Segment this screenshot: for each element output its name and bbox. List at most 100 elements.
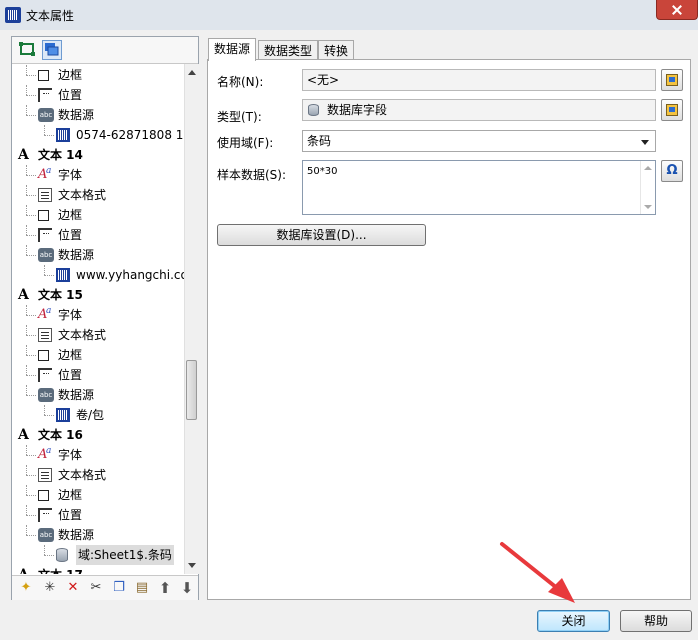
tab-datasource[interactable]: 数据源 xyxy=(208,38,257,61)
tree-connector xyxy=(26,165,27,175)
usage-select[interactable]: 条码 xyxy=(302,130,656,152)
font-icon: A xyxy=(38,444,52,462)
new-item-icon[interactable]: ✦ xyxy=(18,580,34,596)
tree-connector xyxy=(44,265,45,275)
type-browse-button[interactable] xyxy=(661,99,683,121)
tree-row[interactable]: 0574-62871808 1 xyxy=(12,125,184,145)
tree-row-label: 边框 xyxy=(58,488,83,502)
tab-transform[interactable]: 转换 xyxy=(318,40,355,60)
tree-connector xyxy=(26,485,27,495)
tree-row-label: 字体 xyxy=(58,448,83,462)
object-tree-panel: 边框位置abc数据源0574-62871808 1A文本 14A字体文本格式边框… xyxy=(11,36,199,600)
tab-datatype[interactable]: 数据类型 xyxy=(258,40,319,60)
magic-wand-icon[interactable]: ✳ xyxy=(42,580,58,596)
fit-view-icon xyxy=(19,42,35,56)
tree-row[interactable]: 位置 xyxy=(12,225,184,245)
tree-group-row[interactable]: A 文本 14 xyxy=(12,145,184,165)
tree-connector xyxy=(26,505,27,515)
tree-row[interactable]: abc 数据源 xyxy=(12,385,184,405)
help-button[interactable]: 帮助 xyxy=(620,610,692,632)
tree-group-row[interactable]: A 文本 16 xyxy=(12,425,184,445)
tree-connector xyxy=(26,465,27,475)
tree-row-label: 文本格式 xyxy=(58,188,107,202)
chevron-down-icon xyxy=(641,140,649,145)
tree-connector xyxy=(26,115,36,116)
tree-row[interactable]: 文本格式 xyxy=(12,325,184,345)
cut-icon[interactable]: ✂ xyxy=(88,580,104,596)
tree-row[interactable]: www.yyhangchi.co xyxy=(12,265,184,285)
tree-row[interactable]: 卷/包 xyxy=(12,405,184,425)
text-format-icon xyxy=(38,188,52,202)
tree-connector xyxy=(44,135,54,136)
tree-row[interactable]: abc 数据源 xyxy=(12,245,184,265)
tree-row-label: 字体 xyxy=(58,168,83,182)
tree-scrollbar[interactable] xyxy=(184,64,199,574)
tree-connector xyxy=(26,525,27,535)
border-icon xyxy=(38,70,49,81)
scroll-thumb[interactable] xyxy=(186,360,197,420)
text-format-icon xyxy=(38,328,52,342)
tree-row[interactable]: 位置 xyxy=(12,85,184,105)
position-icon xyxy=(38,228,52,242)
tree-row[interactable]: 位置 xyxy=(12,365,184,385)
hierarchy-view-button[interactable] xyxy=(42,40,62,60)
tree-row[interactable]: 文本格式 xyxy=(12,185,184,205)
tree-row-label: 数据源 xyxy=(58,528,95,542)
object-tree[interactable]: 边框位置abc数据源0574-62871808 1A文本 14A字体文本格式边框… xyxy=(12,64,184,574)
special-char-button[interactable]: Ω xyxy=(661,160,683,182)
tree-row[interactable]: A 字体 xyxy=(12,304,184,325)
scroll-down-icon[interactable] xyxy=(188,563,196,568)
tree-row[interactable]: 文本格式 xyxy=(12,465,184,485)
tree-connector xyxy=(26,495,36,496)
tree-row-label: 文本 14 xyxy=(38,148,83,162)
omega-icon: Ω xyxy=(666,163,678,178)
scroll-up-icon[interactable] xyxy=(188,70,196,75)
tree-row[interactable]: 边框 xyxy=(12,485,184,505)
tree-connector xyxy=(26,95,36,96)
tree-row-label: 边框 xyxy=(58,208,83,222)
tree-group-row[interactable]: A 文本 15 xyxy=(12,285,184,305)
tree-connector xyxy=(26,185,27,195)
flat-view-button[interactable] xyxy=(18,40,38,60)
tree-row[interactable]: A 字体 xyxy=(12,164,184,185)
database-settings-button[interactable]: 数据库设置(D)... xyxy=(217,224,426,246)
tree-row[interactable]: abc 数据源 xyxy=(12,525,184,545)
tree-row-label: 域:Sheet1$.条码 xyxy=(76,545,174,565)
tree-group-row[interactable]: A 文本 17 xyxy=(12,565,184,574)
tree-connector xyxy=(26,175,36,176)
tree-row[interactable]: 边框 xyxy=(12,65,184,85)
move-down-icon[interactable]: ⬇ xyxy=(179,580,195,596)
tree-connector xyxy=(26,455,36,456)
tree-row[interactable]: A 字体 xyxy=(12,444,184,465)
tree-row-label: 0574-62871808 1 xyxy=(76,128,184,142)
move-up-icon[interactable]: ⬆ xyxy=(157,580,173,596)
datasource-icon: abc xyxy=(38,108,54,122)
name-field[interactable]: <无> xyxy=(302,69,656,91)
textarea-scrollbar[interactable] xyxy=(640,161,655,214)
tree-row-label: 边框 xyxy=(58,348,83,362)
copy-icon[interactable]: ❐ xyxy=(111,580,127,596)
paste-icon[interactable]: ▤ xyxy=(134,580,150,596)
tree-row[interactable]: abc 数据源 xyxy=(12,105,184,125)
database-field-icon xyxy=(56,548,68,562)
type-field[interactable]: 数据库字段 xyxy=(302,99,656,121)
tree-connector xyxy=(26,195,36,196)
tree-row[interactable]: 边框 xyxy=(12,205,184,225)
close-button[interactable]: 关闭 xyxy=(537,610,610,632)
datasource-icon: abc xyxy=(38,528,54,542)
tree-connector xyxy=(44,125,45,135)
tree-row-label: 数据源 xyxy=(58,248,95,262)
tree-row[interactable]: 边框 xyxy=(12,345,184,365)
window-title: 文本属性 xyxy=(26,9,75,23)
window-close-button[interactable] xyxy=(656,0,698,20)
name-browse-button[interactable] xyxy=(661,69,683,91)
tree-connector xyxy=(44,415,54,416)
tree-connector xyxy=(26,385,27,395)
tree-row-label: 位置 xyxy=(58,228,83,242)
sample-data-textarea[interactable]: 50*30 xyxy=(302,160,656,215)
tree-connector xyxy=(26,205,27,215)
tree-row[interactable]: 域:Sheet1$.条码 xyxy=(12,545,184,565)
tree-row[interactable]: 位置 xyxy=(12,505,184,525)
delete-icon[interactable]: ✕ xyxy=(65,580,81,596)
tree-row-label: 位置 xyxy=(58,88,83,102)
